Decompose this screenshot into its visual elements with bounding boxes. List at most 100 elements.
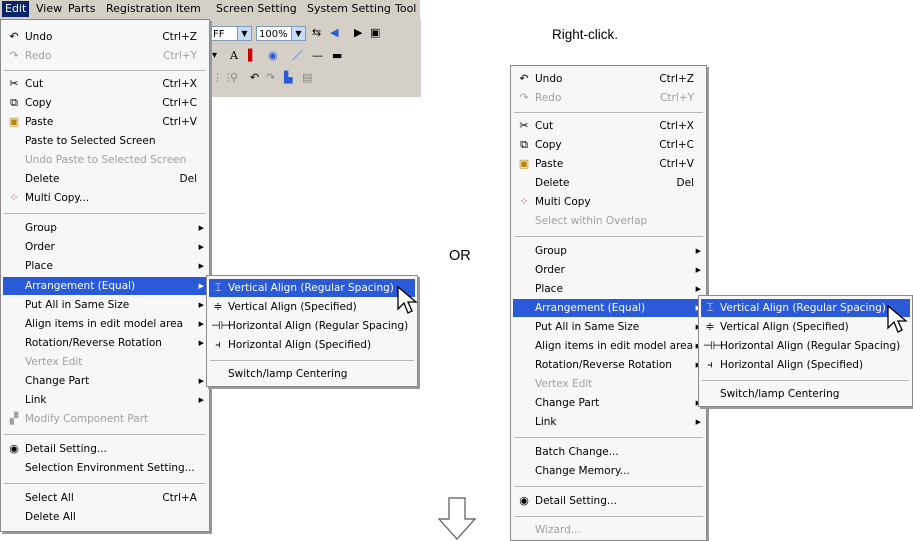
image-icon[interactable]: ▤ [302, 71, 312, 85]
redo-icon[interactable]: ↷ [266, 71, 275, 85]
undo-icon[interactable]: ↶ [250, 71, 259, 85]
down-arrow-icon [437, 497, 477, 540]
menu-item-order[interactable]: Order ▶ [3, 238, 207, 256]
separator [514, 516, 703, 517]
submenu-item-horizontal-align-specified[interactable]: ⫞ Horizontal Align (Specified) [209, 336, 415, 354]
vertical-align-regular-icon: ⌶ [706, 301, 714, 314]
context-item-copy[interactable]: ⧉ Copy Ctrl+C [513, 136, 704, 154]
menu-item-multi-copy[interactable]: ⁘ Multi Copy... [3, 189, 207, 207]
menu-item-put-all-in-same-size[interactable]: Put All in Same Size ▶ [3, 296, 207, 314]
key-icon[interactable]: ⚲ [230, 71, 238, 85]
select-icon[interactable]: ▙ [284, 71, 292, 85]
menu-view[interactable]: View [33, 1, 65, 17]
fill-icon[interactable]: ▬ [332, 49, 342, 63]
menu-item-redo: ↷ Redo Ctrl+Y [3, 47, 207, 65]
menu-item-rotation-reverse-rotation[interactable]: Rotation/Reverse Rotation ▶ [3, 334, 207, 352]
menu-item-align-items-in-edit-model-area[interactable]: Align items in edit model area ▶ [3, 315, 207, 333]
context-item-batch-change[interactable]: Batch Change... [513, 443, 704, 461]
tool-arrows-icon[interactable]: ⇆ [312, 26, 321, 40]
context-submenu-item-horizontal-align-regular[interactable]: ⊣⊢ Horizontal Align (Regular Spacing) [701, 337, 910, 355]
context-item-change-memory[interactable]: Change Memory... [513, 462, 704, 480]
menu-item-arrangement-equal[interactable]: Arrangement (Equal) ▶ [3, 277, 207, 295]
menu-item-delete-all[interactable]: Delete All [3, 508, 207, 526]
forward-arrow-icon[interactable]: ▶ [354, 26, 362, 40]
font-combo[interactable]: FF ▼ [210, 26, 252, 41]
submenu-arrow-icon: ▶ [695, 418, 701, 426]
context-menu: ↶ Undo Ctrl+Z ↷ Redo Ctrl+Y ✂ Cut Ctrl+X ⧉ Copy… [510, 65, 707, 541]
context-item-paste[interactable]: ▣ Paste Ctrl+V [513, 155, 704, 173]
menu-item-cut[interactable]: ✂ Cut Ctrl+X [3, 75, 207, 93]
context-item-align-items-in-edit-model-area[interactable]: Align items in edit model area▶ [513, 337, 704, 355]
context-item-group[interactable]: Group ▶ [513, 242, 704, 260]
submenu-item-horizontal-align-regular[interactable]: ⊣⊢ Horizontal Align (Regular Spacing) [209, 317, 415, 335]
context-item-link[interactable]: Link ▶ [513, 413, 704, 431]
vertical-align-specified-icon: ≑ [213, 300, 223, 313]
menu-tool[interactable]: Tool [392, 1, 419, 17]
context-submenu-item-vertical-align-regular[interactable]: ⌶ Vertical Align (Regular Spacing) [701, 299, 910, 317]
copy-icon: ⧉ [520, 138, 528, 151]
horizontal-align-specified-icon: ⫞ [215, 338, 221, 351]
window-icon[interactable]: ▣ [370, 26, 380, 40]
pen-icon[interactable]: ▌ [248, 49, 256, 63]
context-submenu-item-horizontal-align-specified[interactable]: ⫞ Horizontal Align (Specified) [701, 356, 910, 374]
menu-item-group[interactable]: Group ▶ [3, 219, 207, 237]
back-arrow-icon[interactable]: ◀ [330, 26, 338, 40]
menubar: Edit View Parts Registration Item Screen… [0, 0, 420, 20]
context-item-cut[interactable]: ✂ Cut Ctrl+X [513, 117, 704, 135]
font-color-icon[interactable]: A [230, 49, 238, 63]
menu-item-change-part[interactable]: Change Part ▶ [3, 372, 207, 390]
context-item-arrangement-equal[interactable]: Arrangement (Equal)▶ [513, 299, 704, 317]
line-style-icon[interactable]: — [312, 49, 323, 63]
menu-edit[interactable]: Edit [2, 1, 30, 17]
context-item-change-part[interactable]: Change Part▶ [513, 394, 704, 412]
menu-item-select-all[interactable]: Select All Ctrl+A [3, 489, 207, 507]
dropdown-icon[interactable]: ▾ [212, 49, 217, 63]
menu-item-paste[interactable]: ▣ Paste Ctrl+V [3, 113, 207, 131]
context-item-delete[interactable]: Delete Del [513, 174, 704, 192]
menu-registration-item[interactable]: Registration Item [103, 1, 204, 17]
toolbar: FF ▼ 100% ▼ ⇆ ◀ ▶ ▣ ▾ A ▌ ◉ ／ — ▬ ⋮⋮ ⚲ ↶… [207, 19, 421, 97]
context-item-detail-setting[interactable]: ◉ Detail Setting... [513, 492, 704, 510]
context-submenu-item-vertical-align-specified[interactable]: ≑ Vertical Align (Specified) [701, 318, 910, 336]
context-item-multi-copy[interactable]: ⁘ Multi Copy [513, 193, 704, 211]
menu-system-setting[interactable]: System Setting [304, 1, 394, 17]
menu-item-copy[interactable]: ⧉ Copy Ctrl+C [3, 94, 207, 112]
horizontal-align-regular-icon: ⊣⊢ [703, 339, 723, 352]
separator [4, 70, 206, 71]
submenu-arrow-icon: ▶ [198, 282, 204, 290]
menu-item-paste-to-selected-screen[interactable]: Paste to Selected Screen [3, 132, 207, 150]
submenu-item-switch-lamp-centering[interactable]: Switch/lamp Centering [209, 365, 415, 383]
redo-icon: ↷ [9, 49, 19, 62]
line-icon[interactable]: ／ [292, 49, 303, 63]
menu-item-detail-setting[interactable]: ◉ Detail Setting... [3, 440, 207, 458]
context-item-select-within-overlap: Select within Overlap [535, 215, 648, 227]
separator [4, 434, 206, 435]
context-item-undo[interactable]: ↶ Undo Ctrl+Z [513, 70, 704, 88]
zoom-combo-value: 100% [259, 29, 288, 40]
menu-item-undo[interactable]: ↶ Undo Ctrl+Z [3, 28, 207, 46]
menu-item-place[interactable]: Place ▶ [3, 257, 207, 275]
scissors-icon: ✂ [9, 77, 19, 90]
menu-parts[interactable]: Parts [65, 1, 98, 17]
menu-item-delete[interactable]: Delete Del [3, 170, 207, 188]
context-item-order[interactable]: Order ▶ [513, 261, 704, 279]
zoom-combo[interactable]: 100% ▼ [256, 26, 306, 41]
context-item-place[interactable]: Place ▶ [513, 280, 704, 298]
context-item-rotation-reverse-rotation[interactable]: Rotation/Reverse Rotation▶ [513, 356, 704, 374]
submenu-item-vertical-align-regular[interactable]: ⌶ Vertical Align (Regular Spacing) [209, 279, 415, 297]
menu-item-vertex-edit: Vertex Edit [25, 356, 83, 368]
submenu-arrow-icon: ▶ [198, 224, 204, 232]
submenu-arrow-icon: ▶ [198, 262, 204, 270]
submenu-arrow-icon: ▶ [695, 266, 701, 274]
context-item-put-all-in-same-size[interactable]: Put All in Same Size▶ [513, 318, 704, 336]
menu-item-link[interactable]: Link ▶ [3, 391, 207, 409]
menu-screen-setting[interactable]: Screen Setting [213, 1, 300, 17]
menu-item-selection-environment-setting[interactable]: Selection Environment Setting... [3, 459, 207, 477]
mouse-cursor-icon [887, 304, 908, 333]
submenu-item-vertical-align-specified[interactable]: ≑ Vertical Align (Specified) [209, 298, 415, 316]
separator [4, 483, 206, 484]
context-submenu-item-switch-lamp-centering[interactable]: Switch/lamp Centering [701, 385, 910, 403]
vertical-align-specified-icon: ≑ [705, 320, 715, 333]
horizontal-align-specified-icon: ⫞ [707, 358, 713, 371]
paint-icon[interactable]: ◉ [268, 49, 278, 63]
